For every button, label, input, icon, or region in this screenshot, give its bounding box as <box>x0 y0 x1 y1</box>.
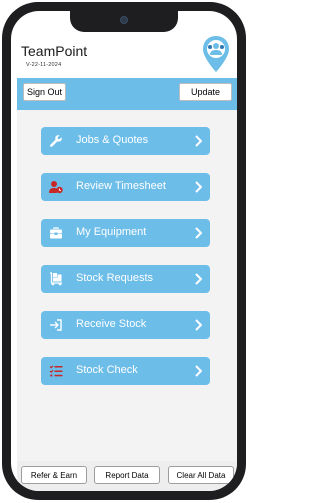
jobs-quotes-label: Jobs & Quotes <box>76 134 149 146</box>
update-button[interactable]: Update <box>179 83 232 101</box>
app-screen: TeamPoint V-22-11-2024 Sign Out Update J… <box>11 11 237 491</box>
chevron-right-icon <box>195 181 202 193</box>
main-menu: Jobs & Quotes Review Timesheet My Equipm… <box>17 110 237 461</box>
receive-stock-button[interactable]: Receive Stock <box>41 311 210 339</box>
chevron-right-icon <box>195 319 202 331</box>
stock-requests-label: Stock Requests <box>76 272 154 284</box>
chevron-right-icon <box>195 273 202 285</box>
phone-notch <box>70 11 178 32</box>
receive-stock-label: Receive Stock <box>76 318 147 330</box>
sign-in-icon <box>50 319 62 331</box>
report-data-button[interactable]: Report Data <box>94 466 160 484</box>
chevron-right-icon <box>195 227 202 239</box>
wrench-icon <box>50 135 62 147</box>
refer-earn-button[interactable]: Refer & Earn <box>21 466 87 484</box>
chevron-right-icon <box>195 135 202 147</box>
app-version: V-22-11-2024 <box>26 62 62 68</box>
dolly-icon <box>50 272 62 286</box>
top-toolbar: Sign Out Update <box>17 78 237 110</box>
review-timesheet-button[interactable]: Review Timesheet <box>41 173 210 201</box>
chevron-right-icon <box>195 365 202 377</box>
stock-requests-button[interactable]: Stock Requests <box>41 265 210 293</box>
phone-frame: TeamPoint V-22-11-2024 Sign Out Update J… <box>2 2 246 500</box>
bottom-toolbar: Refer & Earn Report Data Clear All Data <box>17 461 237 491</box>
jobs-quotes-button[interactable]: Jobs & Quotes <box>41 127 210 155</box>
review-timesheet-label: Review Timesheet <box>76 180 166 192</box>
checklist-icon <box>49 365 63 377</box>
user-clock-icon <box>49 181 63 194</box>
stock-check-label: Stock Check <box>76 364 138 376</box>
toolbox-icon <box>50 227 62 239</box>
my-equipment-label: My Equipment <box>76 226 147 238</box>
teampoint-logo-icon <box>203 36 229 72</box>
my-equipment-button[interactable]: My Equipment <box>41 219 210 247</box>
sign-out-button[interactable]: Sign Out <box>23 83 66 101</box>
app-title: TeamPoint <box>21 43 88 59</box>
camera-icon <box>120 16 128 24</box>
stock-check-button[interactable]: Stock Check <box>41 357 210 385</box>
clear-all-data-button[interactable]: Clear All Data <box>168 466 234 484</box>
